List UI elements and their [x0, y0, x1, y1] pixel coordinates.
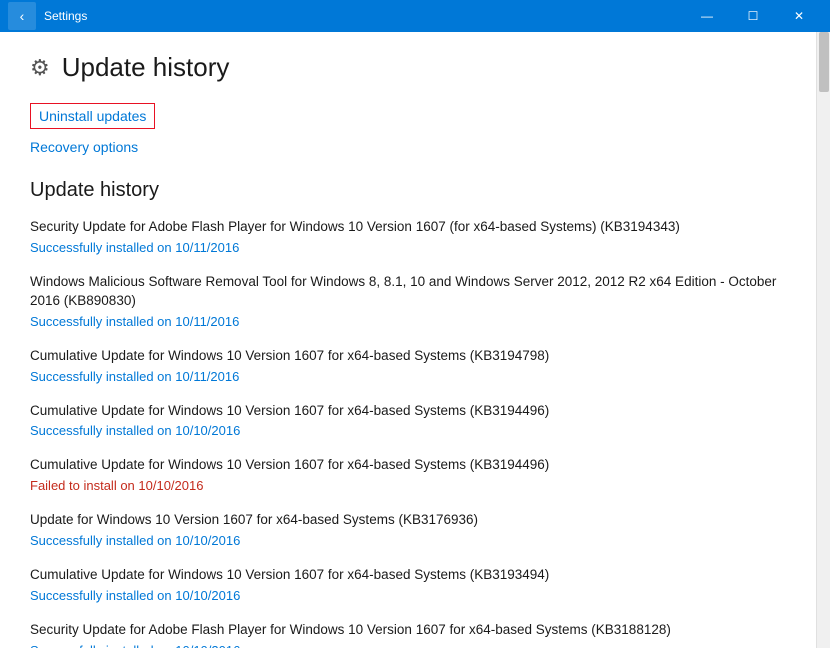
update-status[interactable]: Failed to install on 10/10/2016	[30, 478, 786, 493]
update-item: Update for Windows 10 Version 1607 for x…	[30, 511, 786, 548]
update-item: Cumulative Update for Windows 10 Version…	[30, 456, 786, 493]
update-list: Security Update for Adobe Flash Player f…	[30, 218, 786, 648]
update-name: Cumulative Update for Windows 10 Version…	[30, 347, 786, 366]
scrollbar-track[interactable]	[816, 32, 830, 648]
uninstall-updates-link[interactable]: Uninstall updates	[30, 103, 155, 129]
update-name: Cumulative Update for Windows 10 Version…	[30, 402, 786, 421]
title-bar-left: ‹ Settings	[8, 2, 87, 30]
update-name: Cumulative Update for Windows 10 Version…	[30, 566, 786, 585]
back-button[interactable]: ‹	[8, 2, 36, 30]
update-status[interactable]: Successfully installed on 10/11/2016	[30, 369, 786, 384]
minimize-button[interactable]: —	[684, 0, 730, 32]
update-name: Security Update for Adobe Flash Player f…	[30, 621, 786, 640]
recovery-options-link[interactable]: Recovery options	[30, 139, 138, 155]
close-button[interactable]: ✕	[776, 0, 822, 32]
update-item: Cumulative Update for Windows 10 Version…	[30, 347, 786, 384]
update-item: Cumulative Update for Windows 10 Version…	[30, 566, 786, 603]
gear-icon: ⚙	[30, 55, 50, 81]
title-bar-title: Settings	[44, 9, 87, 23]
update-item: Security Update for Adobe Flash Player f…	[30, 218, 786, 255]
update-status[interactable]: Successfully installed on 10/10/2016	[30, 643, 786, 648]
main-area: ⚙ Update history Uninstall updates Recov…	[0, 32, 830, 648]
update-status[interactable]: Successfully installed on 10/10/2016	[30, 423, 786, 438]
page-title: Update history	[62, 52, 230, 83]
update-item: Windows Malicious Software Removal Tool …	[30, 273, 786, 329]
update-item: Cumulative Update for Windows 10 Version…	[30, 402, 786, 439]
update-status[interactable]: Successfully installed on 10/10/2016	[30, 533, 786, 548]
update-status[interactable]: Successfully installed on 10/10/2016	[30, 588, 786, 603]
scrollbar-thumb[interactable]	[819, 32, 829, 92]
update-name: Security Update for Adobe Flash Player f…	[30, 218, 786, 237]
update-status[interactable]: Successfully installed on 10/11/2016	[30, 240, 786, 255]
section-title: Update history	[30, 179, 786, 202]
update-name: Cumulative Update for Windows 10 Version…	[30, 456, 786, 475]
update-name: Windows Malicious Software Removal Tool …	[30, 273, 786, 311]
title-bar-controls: — ☐ ✕	[684, 0, 822, 32]
update-item: Security Update for Adobe Flash Player f…	[30, 621, 786, 648]
content-area: ⚙ Update history Uninstall updates Recov…	[0, 32, 816, 648]
update-name: Update for Windows 10 Version 1607 for x…	[30, 511, 786, 530]
title-bar: ‹ Settings — ☐ ✕	[0, 0, 830, 32]
update-status[interactable]: Successfully installed on 10/11/2016	[30, 314, 786, 329]
page-header: ⚙ Update history	[30, 52, 786, 83]
maximize-button[interactable]: ☐	[730, 0, 776, 32]
